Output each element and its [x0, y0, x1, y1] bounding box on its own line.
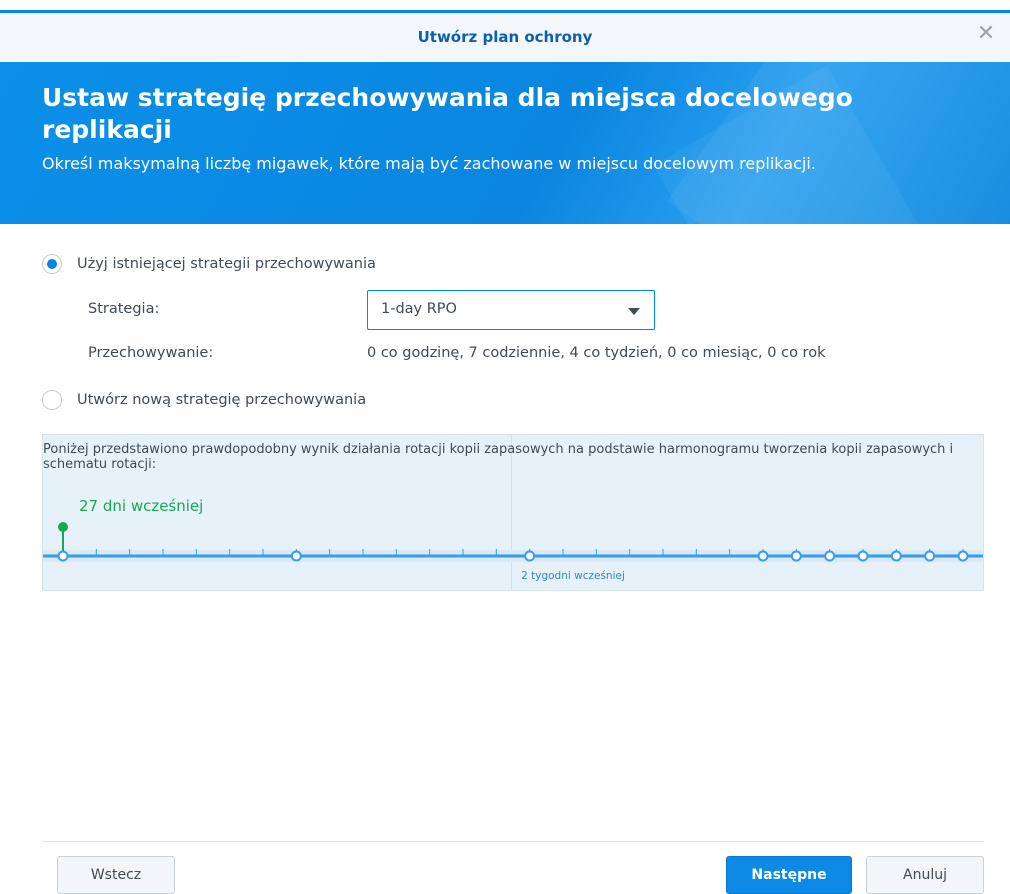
- create-new-strategy-label[interactable]: Utwórz nową strategię przechowywania: [77, 392, 366, 408]
- dialog-titlebar: Utwórz plan ochrony ✕: [0, 10, 1010, 62]
- create-new-strategy-radio[interactable]: [42, 390, 62, 410]
- retention-label: Przechowywanie:: [88, 345, 214, 361]
- chevron-down-icon[interactable]: [628, 308, 640, 315]
- snapshot-marker: [824, 550, 836, 562]
- rotation-preview-panel: Poniżej przedstawiono prawdopodobny wyni…: [42, 434, 984, 591]
- cancel-button[interactable]: Anuluj: [866, 856, 984, 894]
- close-icon[interactable]: ✕: [974, 22, 998, 46]
- wizard-banner: Ustaw strategię przechowywania dla miejs…: [0, 62, 1010, 224]
- rotation-timeline: 27 dni wcześniej 2 tygodni wcześniej: [43, 497, 983, 582]
- timeline-midpoint-label: 2 tygodni wcześniej: [521, 570, 625, 582]
- snapshot-marker: [290, 550, 302, 562]
- oldest-snapshot-label: 27 dni wcześniej: [79, 497, 203, 515]
- strategy-select-value[interactable]: 1-day RPO: [381, 301, 457, 317]
- banner-heading: Ustaw strategię przechowywania dla miejs…: [42, 83, 853, 144]
- snapshot-marker: [857, 550, 869, 562]
- back-button[interactable]: Wstecz: [57, 856, 175, 894]
- create-protection-plan-dialog: Utwórz plan ochrony ✕ Ustaw strategię pr…: [0, 0, 1010, 894]
- dialog-title: Utwórz plan ochrony: [417, 28, 593, 46]
- create-new-strategy-option[interactable]: Utwórz nową strategię przechowywania: [42, 390, 366, 410]
- snapshot-marker: [957, 550, 969, 562]
- use-existing-strategy-label[interactable]: Użyj istniejącej strategii przechowywani…: [77, 256, 376, 272]
- next-button[interactable]: Następne: [726, 856, 852, 894]
- banner-description: Określ maksymalną liczbę migawek, które …: [42, 154, 816, 173]
- snapshot-marker: [790, 550, 802, 562]
- strategy-label: Strategia:: [88, 301, 160, 317]
- footer-divider: [42, 841, 984, 842]
- oldest-snapshot-dot: [58, 522, 68, 532]
- snapshot-marker: [757, 550, 769, 562]
- snapshot-marker: [924, 550, 936, 562]
- strategy-select[interactable]: 1-day RPO: [367, 290, 655, 330]
- retention-value: 0 co godzinę, 7 codziennie, 4 co tydzień…: [367, 345, 826, 361]
- snapshot-marker: [890, 550, 902, 562]
- snapshot-marker: [524, 550, 536, 562]
- use-existing-strategy-option[interactable]: Użyj istniejącej strategii przechowywani…: [42, 254, 376, 274]
- snapshot-marker: [57, 550, 69, 562]
- use-existing-strategy-radio[interactable]: [42, 254, 62, 274]
